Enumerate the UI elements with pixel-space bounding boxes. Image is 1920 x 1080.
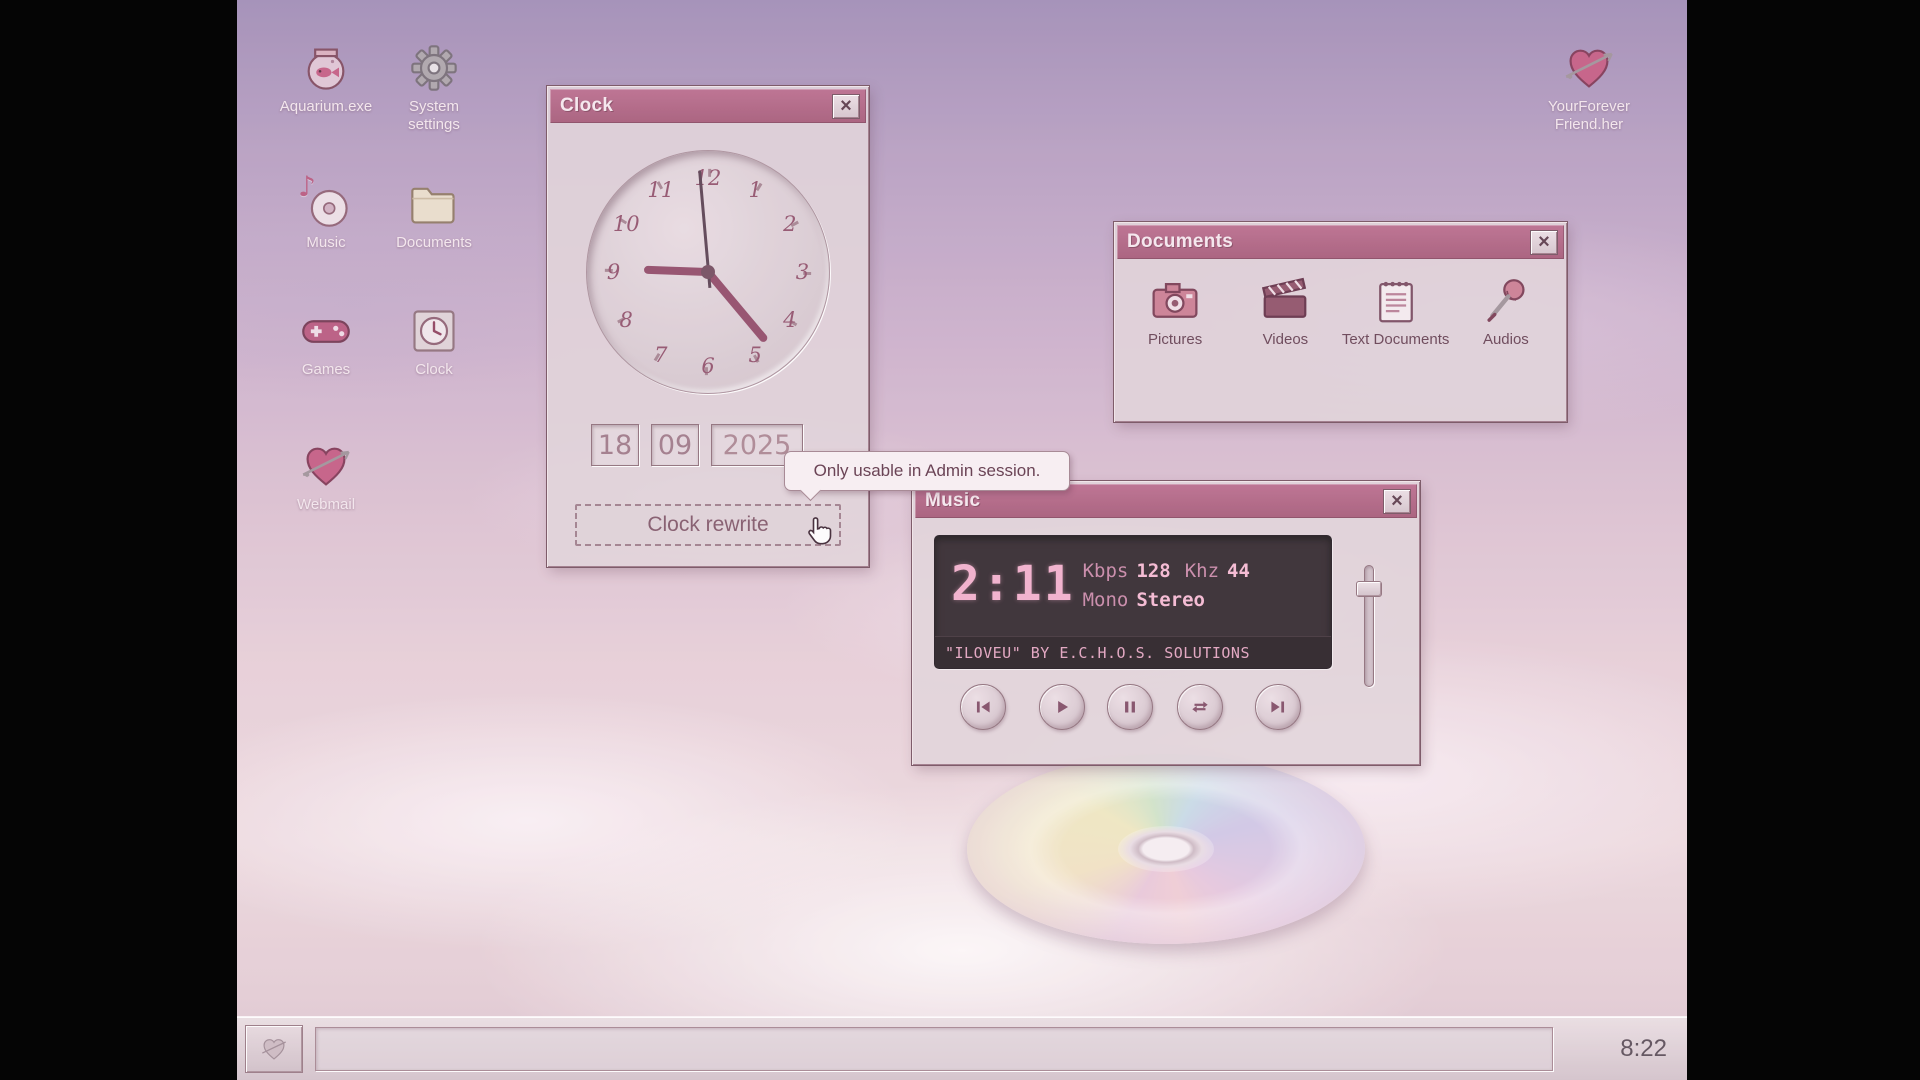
desktop-icon-label: Webmail — [274, 496, 378, 514]
track-time: 2:11 — [935, 536, 1083, 612]
stereo-label: Stereo — [1136, 589, 1205, 611]
clock-number: 9 — [607, 260, 620, 284]
month-field[interactable]: 09 — [651, 424, 699, 466]
desktop-icon-label: YourForever Friend.her — [1537, 98, 1641, 135]
analog-clock-face: 12 1 2 3 4 5 6 7 8 9 10 11 — [586, 150, 830, 394]
khz-label: Khz — [1185, 560, 1219, 582]
fishbowl-icon — [300, 42, 352, 94]
clock-number: 10 — [613, 212, 640, 236]
taskbar-tray — [315, 1027, 1553, 1071]
documents-items: Pictures Videos Text Documents — [1120, 274, 1561, 350]
desktop-icon-label: Aquarium.exe — [274, 98, 378, 116]
close-icon[interactable]: × — [1383, 489, 1411, 514]
desktop-icon-webmail[interactable]: Webmail — [274, 440, 378, 514]
clock-number: 3 — [796, 260, 809, 284]
heart-arrow-icon — [300, 440, 352, 492]
clock-icon — [408, 305, 460, 357]
screen: Aquarium.exe System settings ♪ Music Doc… — [0, 0, 1920, 1080]
desktop-icon-documents[interactable]: Documents — [382, 178, 486, 252]
documents-item-audios[interactable]: Audios — [1451, 274, 1561, 350]
clock-rewrite-button[interactable]: Clock rewrite — [575, 504, 841, 546]
tooltip: Only usable in Admin session. — [784, 451, 1070, 491]
documents-item-label: Videos — [1230, 331, 1340, 350]
camera-icon — [1148, 274, 1202, 328]
play-button[interactable] — [1039, 684, 1085, 730]
kbps-value: 128 — [1136, 560, 1170, 582]
desktop-icon-label: Music — [274, 234, 378, 252]
desktop-icon-music[interactable]: ♪ Music — [274, 178, 378, 252]
documents-item-pictures[interactable]: Pictures — [1120, 274, 1230, 350]
documents-item-text-documents[interactable]: Text Documents — [1341, 274, 1451, 350]
music-note-icon: ♪ — [298, 170, 316, 203]
mono-label: Mono — [1083, 589, 1129, 611]
clock-number: 2 — [783, 212, 796, 236]
documents-window-title: Documents — [1127, 231, 1233, 253]
clock-number: 7 — [654, 343, 667, 367]
clock-number: 11 — [647, 178, 674, 202]
gear-icon — [408, 42, 460, 94]
gamepad-icon — [300, 305, 352, 357]
clock-number: 1 — [749, 178, 762, 202]
lcd-main: 2:11 Kbps 128 Khz 44 Mono Stereo — [935, 536, 1331, 612]
next-icon — [1267, 696, 1289, 718]
volume-slider-handle[interactable] — [1356, 581, 1382, 597]
desktop-icon-aquarium[interactable]: Aquarium.exe — [274, 42, 378, 116]
start-button[interactable] — [245, 1025, 303, 1073]
clapperboard-icon — [1258, 274, 1312, 328]
close-icon[interactable]: × — [832, 94, 860, 119]
pause-icon — [1119, 696, 1141, 718]
khz-value: 44 — [1227, 560, 1250, 582]
clock-number: 6 — [701, 354, 714, 378]
clock-center-cap — [701, 265, 715, 279]
repeat-icon — [1189, 696, 1211, 718]
desktop-icon-label: Games — [274, 361, 378, 379]
cd-disc — [967, 754, 1365, 944]
documents-item-label: Pictures — [1120, 331, 1230, 350]
microphone-icon — [1479, 274, 1533, 328]
taskbar-clock: 8:22 — [1620, 1017, 1667, 1080]
clock-window: Clock × 12 1 2 3 4 5 6 7 8 9 10 11 — [547, 86, 869, 567]
music-disc-icon: ♪ — [300, 178, 352, 230]
next-button[interactable] — [1255, 684, 1301, 730]
previous-button[interactable] — [960, 684, 1006, 730]
tooltip-text: Only usable in Admin session. — [814, 461, 1041, 481]
taskbar: 8:22 — [237, 1016, 1687, 1080]
desktop-icon-label: System settings — [382, 98, 486, 135]
clock-number: 5 — [749, 343, 762, 367]
desktop-icon-your-forever-friend[interactable]: YourForever Friend.her — [1537, 42, 1641, 135]
clock-window-titlebar[interactable]: Clock × — [550, 89, 866, 123]
music-window-title: Music — [925, 490, 980, 512]
track-title-marquee: "ILOVEU" BY E.C.H.O.S. SOLUTIONS — [935, 636, 1331, 668]
desktop-icon-label: Documents — [382, 234, 486, 252]
play-icon — [1051, 696, 1073, 718]
pause-button[interactable] — [1107, 684, 1153, 730]
repeat-button[interactable] — [1177, 684, 1223, 730]
day-field[interactable]: 18 — [591, 424, 639, 466]
documents-window-titlebar[interactable]: Documents × — [1117, 225, 1564, 259]
desktop-icon-label: Clock — [382, 361, 486, 379]
desktop: Aquarium.exe System settings ♪ Music Doc… — [237, 0, 1687, 1080]
cd-hole — [1118, 826, 1214, 872]
documents-item-label: Audios — [1451, 331, 1561, 350]
clock-number: 4 — [783, 308, 796, 332]
kbps-label: Kbps — [1083, 560, 1129, 582]
notepad-icon — [1369, 274, 1423, 328]
date-row: 18 09 2025 — [591, 424, 803, 466]
close-icon[interactable]: × — [1530, 230, 1558, 255]
previous-icon — [972, 696, 994, 718]
clock-number: 8 — [620, 308, 633, 332]
lcd-display: 2:11 Kbps 128 Khz 44 Mono Stereo "ILOVEU" BY… — [934, 535, 1332, 669]
clock-window-title: Clock — [560, 95, 613, 117]
desktop-icon-games[interactable]: Games — [274, 305, 378, 379]
desktop-icon-system-settings[interactable]: System settings — [382, 42, 486, 135]
folder-icon — [408, 178, 460, 230]
documents-window: Documents × Pictures Videos — [1114, 222, 1567, 422]
heart-arrow-icon — [1563, 42, 1615, 94]
documents-item-label: Text Documents — [1341, 331, 1451, 350]
lcd-stats: Kbps 128 Khz 44 Mono Stereo — [1083, 536, 1264, 612]
heart-start-icon — [259, 1035, 289, 1063]
desktop-icon-clock[interactable]: Clock — [382, 305, 486, 379]
music-window: Music × 2:11 Kbps128Khz44 MonoStereo "IL — [912, 481, 1420, 765]
documents-item-videos[interactable]: Videos — [1230, 274, 1340, 350]
